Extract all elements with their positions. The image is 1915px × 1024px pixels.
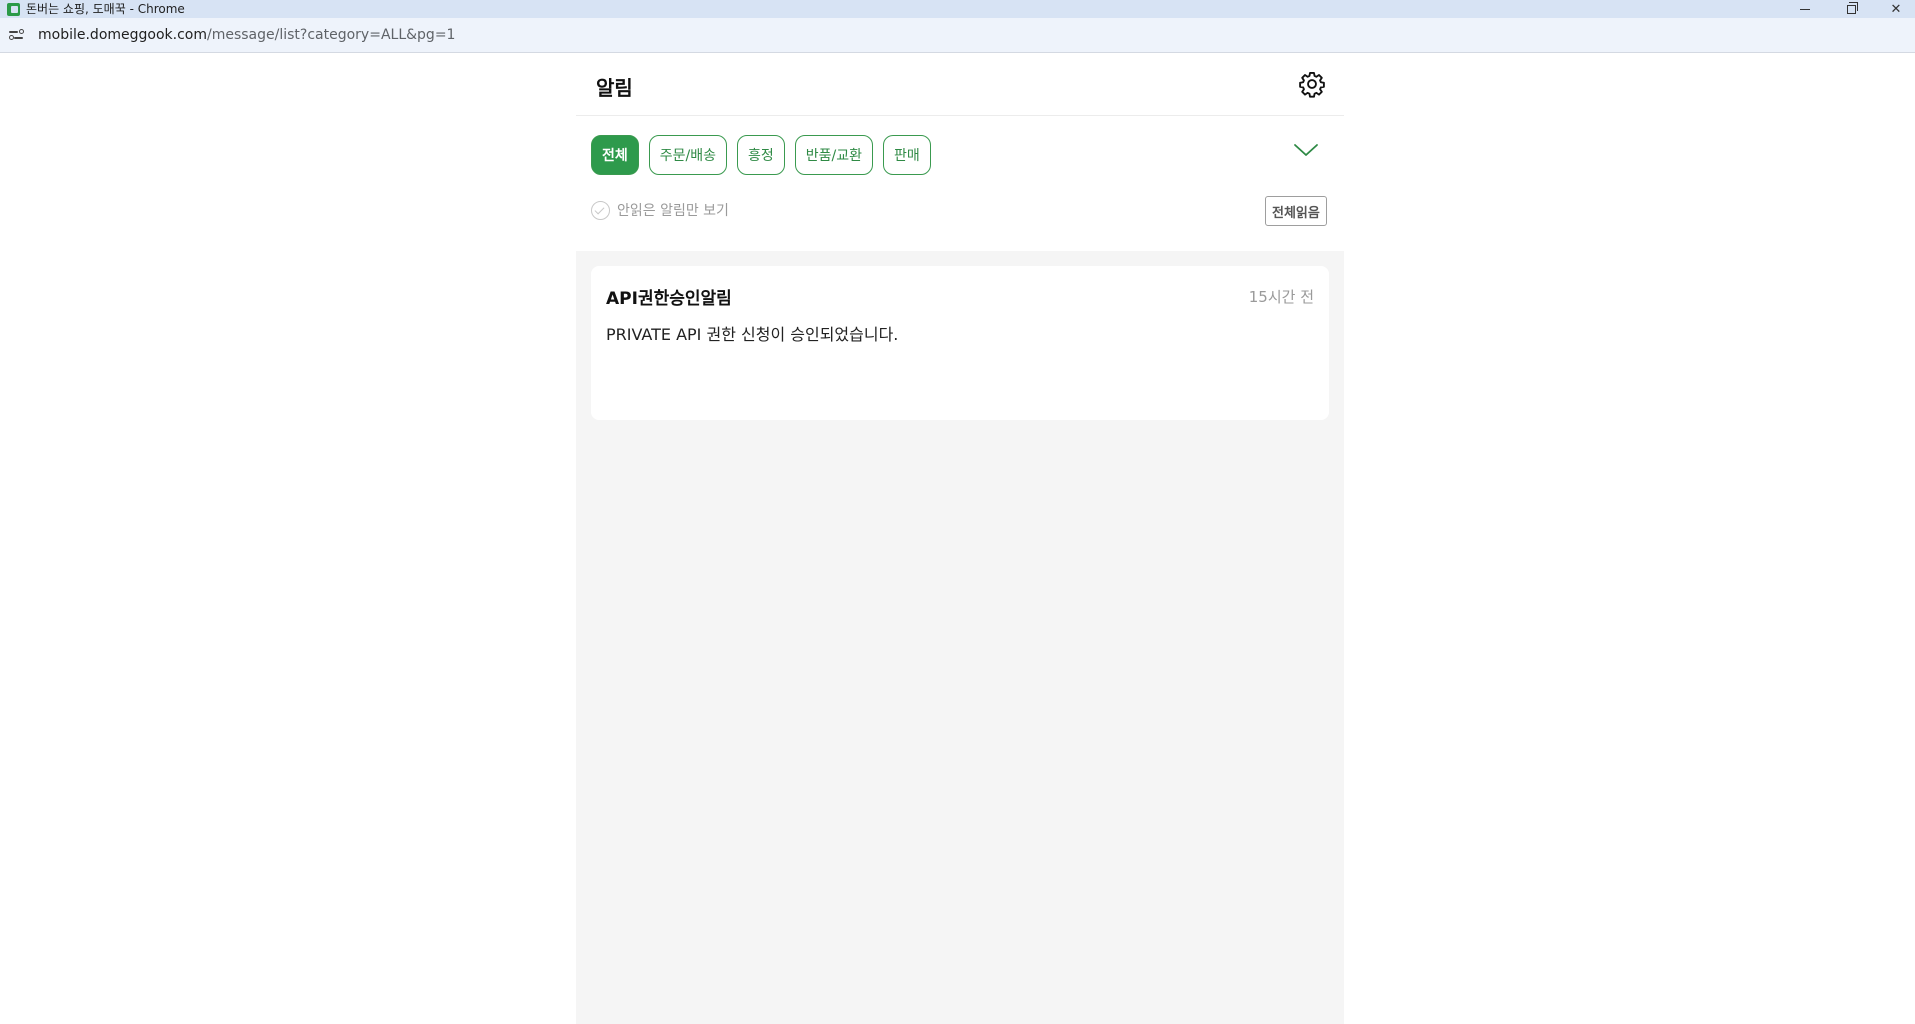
tab-all[interactable]: 전체 <box>591 135 639 175</box>
tab-return-exchange[interactable]: 반품/교환 <box>794 135 874 175</box>
address-bar[interactable]: mobile.domeggook.com/message/list?catego… <box>0 18 1915 53</box>
close-icon: ✕ <box>1890 1 1902 17</box>
category-tabs: 전체 주문/배송 흥정 반품/교환 판매 <box>591 135 931 175</box>
tab-order-delivery[interactable]: 주문/배송 <box>648 135 728 175</box>
url-host: mobile.domeggook.com <box>38 27 207 43</box>
page-title: 알림 <box>596 76 633 100</box>
window-title: 돈버는 쇼핑, 도매꾹 - Chrome <box>26 2 185 16</box>
check-circle-icon <box>591 200 610 220</box>
close-window-button[interactable]: ✕ <box>1876 0 1915 18</box>
tab-negotiation[interactable]: 흥정 <box>737 135 785 175</box>
chevron-down-icon[interactable] <box>1292 140 1320 160</box>
minimize-button[interactable] <box>1785 0 1825 18</box>
notification-body: PRIVATE API 권한 신청이 승인되었습니다. <box>606 325 899 344</box>
site-info-icon[interactable] <box>9 28 25 42</box>
read-all-button[interactable]: 전체읽음 <box>1265 196 1327 226</box>
unread-only-label: 안읽은 알림만 보기 <box>617 203 729 219</box>
notification-time: 15시간 전 <box>1248 288 1314 306</box>
notification-page: 알림 전체 주문/배송 흥정 반품/교환 판매 안읽은 알림만 보기 전체읽음 … <box>576 54 1344 1024</box>
restore-button[interactable] <box>1831 0 1871 18</box>
restore-icon <box>1846 1 1858 14</box>
minimize-icon <box>1800 8 1810 10</box>
notification-title: API권한승인알림 <box>606 289 732 309</box>
url-text[interactable]: mobile.domeggook.com/message/list?catego… <box>38 27 455 43</box>
notification-card[interactable]: API권한승인알림 15시간 전 PRIVATE API 권한 신청이 승인되었… <box>591 266 1329 420</box>
site-favicon-icon <box>7 2 20 16</box>
unread-only-toggle[interactable]: 안읽은 알림만 보기 <box>591 200 729 220</box>
browser-title-bar: 돈버는 쇼핑, 도매꾹 - Chrome ✕ <box>0 0 1915 18</box>
tab-sales[interactable]: 판매 <box>883 135 931 175</box>
url-path: /message/list?category=ALL&pg=1 <box>207 27 456 43</box>
gear-icon[interactable] <box>1298 70 1326 98</box>
filter-bar: 전체 주문/배송 흥정 반품/교환 판매 안읽은 알림만 보기 전체읽음 <box>576 116 1344 251</box>
page-header: 알림 <box>576 54 1344 116</box>
